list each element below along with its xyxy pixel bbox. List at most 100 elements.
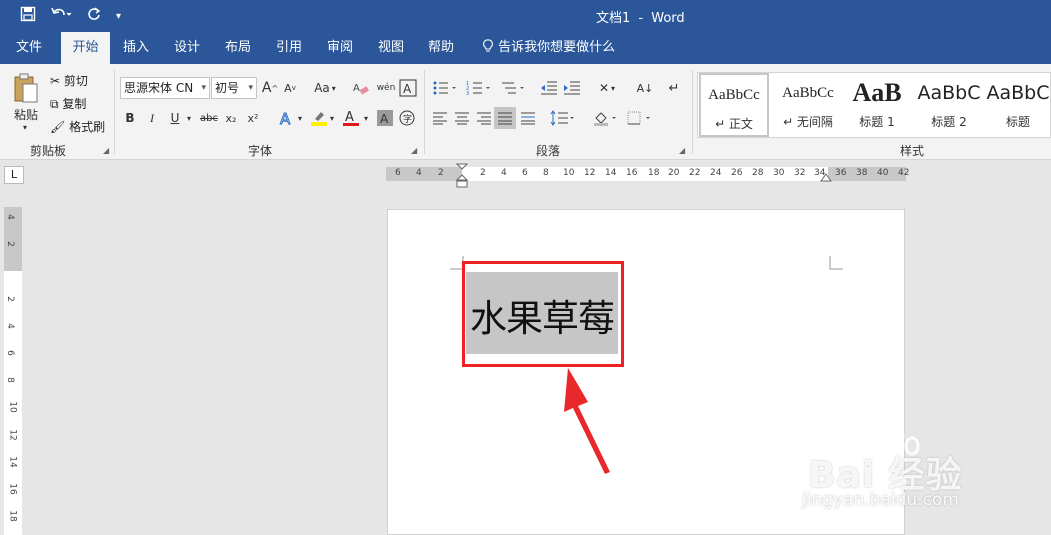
svg-text:A: A — [353, 83, 360, 94]
tab-insert[interactable]: 插入 — [114, 32, 158, 64]
font-name-dropdown[interactable]: 思源宋体 CN ▾ — [120, 77, 210, 99]
character-shading-icon[interactable]: A — [376, 107, 394, 129]
tab-layout[interactable]: 布局 — [216, 32, 260, 64]
vertical-ruler[interactable]: 4 2 2 4 6 8 10 12 14 16 18 — [4, 207, 22, 535]
save-icon[interactable] — [20, 6, 36, 26]
ruler-number: 18 — [648, 168, 660, 178]
style-normal[interactable]: AaBbCc ↵ 正文 — [699, 73, 769, 137]
undo-icon[interactable] — [50, 6, 72, 26]
bold-button[interactable]: B — [121, 107, 139, 129]
brush-icon: 🖌 — [50, 120, 66, 134]
ruler-number: 28 — [752, 168, 764, 178]
strikethrough-button[interactable]: abc — [198, 107, 220, 129]
tab-references[interactable]: 引用 — [267, 32, 311, 64]
ruler-number: 20 — [668, 168, 680, 178]
ribbon-tabs: 文件 开始 插入 设计 布局 引用 审阅 视图 帮助 告诉我你想要做什么 — [0, 32, 1051, 64]
svg-text:A: A — [403, 82, 412, 96]
tab-design[interactable]: 设计 — [165, 32, 209, 64]
font-size-dropdown[interactable]: 初号 ▾ — [211, 77, 257, 99]
tab-file[interactable]: 文件 — [4, 32, 54, 64]
enclose-characters-icon[interactable]: 字 — [398, 107, 416, 129]
copy-icon: ⧉ — [50, 97, 59, 111]
copy-button[interactable]: ⧉ 复制 — [50, 95, 86, 112]
watermark-url: jingyan.baidu.com — [802, 490, 959, 510]
style-heading-2[interactable]: AaBbC 标题 2 — [914, 73, 984, 137]
style-title[interactable]: AaBbC 标题 — [986, 73, 1050, 137]
font-launcher-icon[interactable]: ◢ — [411, 146, 417, 155]
tell-me-search[interactable]: 告诉我你想要做什么 — [482, 32, 615, 64]
font-color-icon[interactable]: A — [340, 107, 362, 129]
ruler-number: 14 — [7, 456, 18, 468]
text-effects-icon[interactable]: A — [276, 107, 298, 129]
ruler-number: 22 — [689, 168, 701, 178]
tab-home[interactable]: 开始 — [61, 32, 110, 64]
tab-review[interactable]: 审阅 — [318, 32, 362, 64]
style-no-spacing[interactable]: AaBbCc ↵ 无间隔 — [772, 73, 844, 137]
indent-marker-icon[interactable] — [456, 163, 468, 189]
paragraph-group-label: 段落 — [536, 144, 561, 158]
align-right-icon[interactable] — [474, 107, 494, 129]
style-heading-1[interactable]: AaB 标题 1 — [844, 73, 910, 137]
increase-indent-icon[interactable] — [561, 77, 583, 99]
underline-button[interactable]: U — [166, 107, 184, 129]
group-separator — [114, 70, 115, 154]
superscript-button[interactable]: x² — [244, 107, 262, 129]
text-effects-dropdown-icon[interactable]: ▾ — [296, 107, 304, 129]
numbering-icon[interactable]: 123 — [464, 77, 494, 99]
multilevel-list-icon[interactable] — [498, 77, 528, 99]
subscript-button[interactable]: x₂ — [222, 107, 240, 129]
ruler-number: 40 — [877, 168, 889, 178]
ruler-number: 26 — [731, 168, 743, 178]
shading-icon[interactable] — [590, 107, 620, 129]
sort-icon[interactable]: A↓ — [634, 77, 656, 99]
clear-formatting-icon[interactable]: A — [350, 77, 372, 99]
format-painter-button[interactable]: 🖌 格式刷 — [50, 118, 105, 135]
tab-help[interactable]: 帮助 — [419, 32, 463, 64]
ruler-number: 4 — [501, 168, 507, 178]
ruler-number: 6 — [522, 168, 528, 178]
ruler-number: 38 — [856, 168, 868, 178]
italic-button[interactable]: I — [143, 107, 161, 129]
ruler-number: 18 — [7, 510, 18, 522]
chinese-layout-icon[interactable]: ✕ ▾ — [592, 77, 622, 99]
show-marks-icon[interactable]: ↵ — [664, 77, 684, 99]
distributed-icon[interactable] — [518, 107, 538, 129]
change-case-button[interactable]: Aa ▾ — [310, 77, 340, 99]
paste-dropdown-icon[interactable]: ▾ — [14, 122, 36, 132]
line-spacing-icon[interactable] — [548, 107, 578, 129]
ruler-number: 12 — [584, 168, 596, 178]
highlight-color-icon[interactable] — [308, 107, 330, 129]
annotation-highlight-box — [462, 261, 624, 367]
ruler-number: 16 — [7, 483, 18, 495]
customize-icon[interactable]: ▾ — [116, 11, 121, 22]
tell-me-label: 告诉我你想要做什么 — [498, 40, 616, 55]
shrink-font-button[interactable]: Av — [282, 77, 298, 99]
phonetic-guide-icon[interactable]: wén — [376, 77, 396, 99]
align-left-icon[interactable] — [430, 107, 450, 129]
redo-icon[interactable] — [86, 6, 102, 26]
scissors-icon: ✂ — [50, 74, 61, 88]
paste-icon[interactable] — [12, 72, 40, 106]
title-bar: ▾ 文档1 - Word — [0, 0, 1051, 32]
paragraph-launcher-icon[interactable]: ◢ — [679, 146, 685, 155]
underline-dropdown-icon[interactable]: ▾ — [184, 107, 194, 129]
svg-text:A: A — [280, 110, 291, 127]
clipboard-launcher-icon[interactable]: ◢ — [103, 146, 109, 155]
grow-font-button[interactable]: A ^ — [262, 77, 278, 99]
bullets-icon[interactable] — [430, 77, 460, 99]
font-group-label: 字体 — [248, 144, 273, 158]
character-border-icon[interactable]: A — [398, 77, 418, 99]
tab-view[interactable]: 视图 — [369, 32, 413, 64]
ruler-number: 2 — [480, 168, 486, 178]
group-separator — [692, 70, 693, 154]
justify-icon[interactable] — [494, 107, 516, 129]
decrease-indent-icon[interactable] — [538, 77, 560, 99]
cut-button[interactable]: ✂ 剪切 — [50, 72, 88, 89]
paste-button[interactable]: 粘贴 — [12, 106, 40, 122]
tab-selector[interactable]: L — [4, 166, 24, 184]
highlight-dropdown-icon[interactable]: ▾ — [328, 107, 336, 129]
borders-icon[interactable] — [624, 107, 654, 129]
align-center-icon[interactable] — [452, 107, 472, 129]
font-color-dropdown-icon[interactable]: ▾ — [362, 107, 370, 129]
horizontal-ruler[interactable]: 6 4 2 2 4 6 8 10 12 14 16 18 20 22 24 26 28 30 32 34 36 38 40 4… — [386, 163, 909, 188]
